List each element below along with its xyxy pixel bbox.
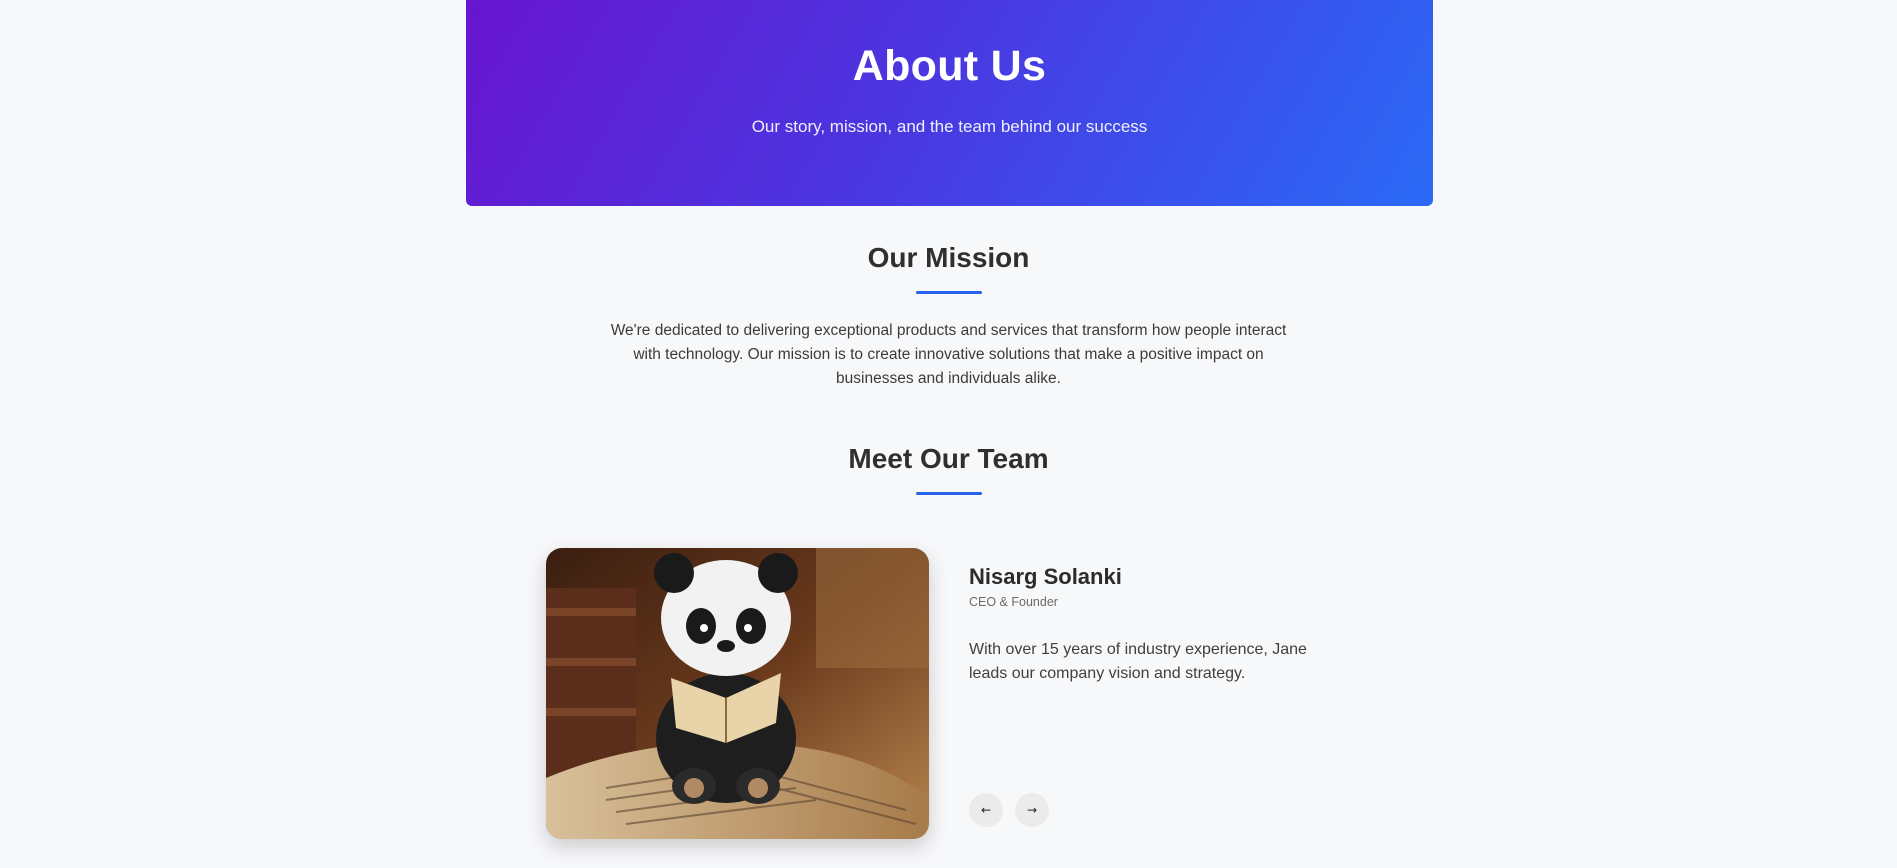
team-heading: Meet Our Team: [848, 443, 1049, 474]
mission-heading: Our Mission: [867, 242, 1030, 273]
mission-heading-underline: [916, 291, 982, 294]
page-title: About Us: [852, 42, 1047, 90]
team-member-photo: [546, 548, 929, 839]
about-page: About Us Our story, mission, and the tea…: [0, 0, 1897, 868]
arrow-left-icon: ←: [980, 803, 992, 817]
team-heading-underline: [916, 492, 982, 495]
team-member-name: Nisarg Solanki: [969, 564, 1122, 589]
mission-text: We're dedicated to delivering exceptiona…: [610, 322, 1287, 387]
team-member-bio: With over 15 years of industry experienc…: [969, 641, 1307, 682]
arrow-right-icon: →: [1026, 803, 1038, 817]
previous-member-button[interactable]: ←: [969, 793, 1003, 827]
hero-subtitle: Our story, mission, and the team behind …: [751, 117, 1148, 136]
team-member-role: CEO & Founder: [969, 595, 1058, 609]
next-member-button[interactable]: →: [1015, 793, 1049, 827]
hero-banner: About Us Our story, mission, and the tea…: [466, 0, 1433, 206]
